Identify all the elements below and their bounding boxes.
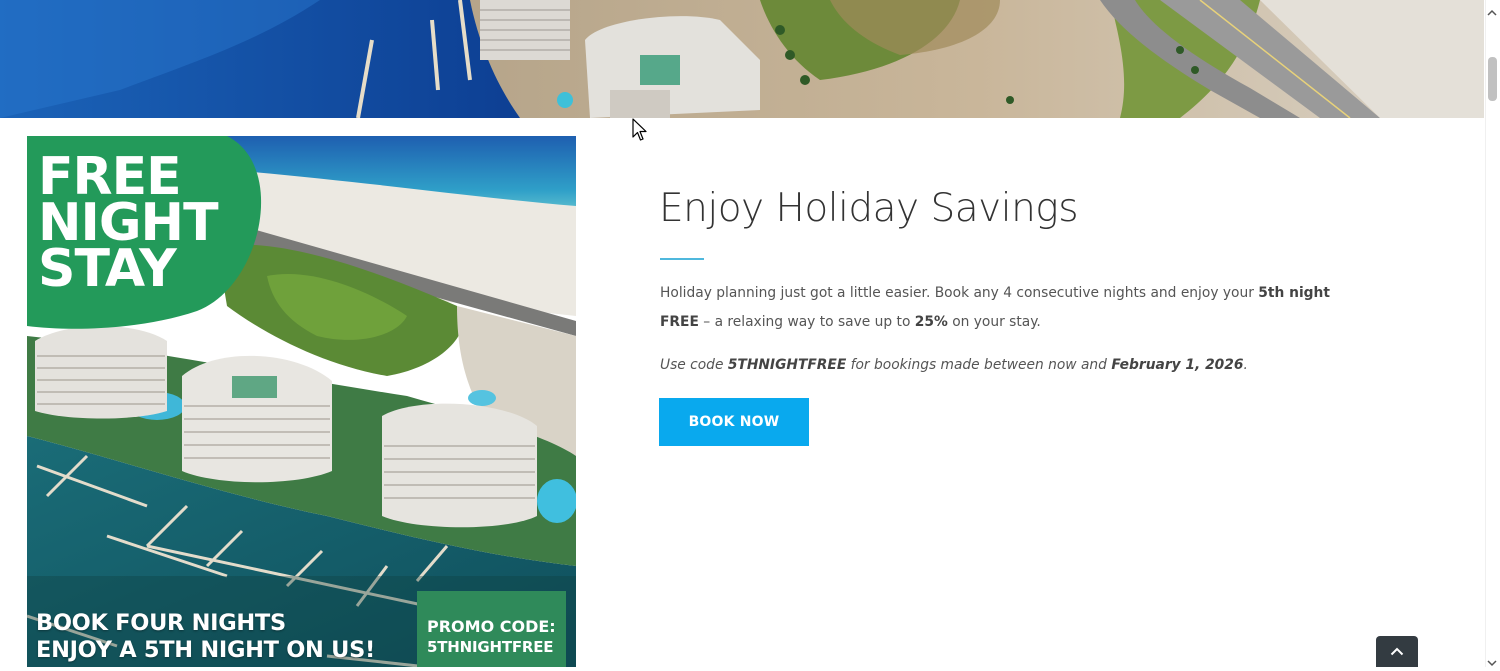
note-text-3: . bbox=[1243, 357, 1248, 373]
promo-tagline-line-2: ENJOY A 5TH NIGHT ON US! bbox=[36, 637, 375, 663]
scrollbar-thumb[interactable] bbox=[1488, 57, 1497, 101]
note-text-1: Use code bbox=[660, 357, 728, 373]
section-heading: Enjoy Holiday Savings bbox=[659, 186, 1079, 231]
scroll-down-arrow-icon[interactable] bbox=[1487, 652, 1497, 671]
promo-code-label: PROMO CODE: bbox=[427, 617, 556, 636]
chevron-up-icon bbox=[1390, 647, 1404, 656]
promo-headline: FREE NIGHT STAY bbox=[38, 151, 219, 295]
promo-image: FREE NIGHT STAY BOOK FOUR NIGHTS ENJOY A… bbox=[27, 136, 576, 667]
promo-tagline-line-1: BOOK FOUR NIGHTS bbox=[36, 610, 286, 636]
offer-description: Holiday planning just got a little easie… bbox=[660, 279, 1350, 337]
book-now-button[interactable]: BOOK NOW bbox=[659, 398, 809, 446]
offer-text-1: Holiday planning just got a little easie… bbox=[660, 285, 1259, 301]
back-to-top-button[interactable] bbox=[1376, 636, 1418, 667]
promo-code-box: PROMO CODE: 5THNIGHTFREE bbox=[417, 591, 566, 667]
hero-banner-image bbox=[0, 0, 1484, 118]
offer-text-2: – a relaxing way to save up to bbox=[698, 314, 915, 330]
note-text-2: for bookings made between now and bbox=[846, 357, 1112, 373]
heading-divider bbox=[660, 258, 704, 260]
promo-tagline: BOOK FOUR NIGHTS ENJOY A 5TH NIGHT ON US… bbox=[36, 610, 375, 664]
offer-highlight-percent: 25% bbox=[914, 314, 948, 330]
arrow-cursor-icon bbox=[632, 118, 648, 146]
note-end-date: February 1, 2026 bbox=[1111, 357, 1244, 373]
scroll-up-arrow-icon[interactable] bbox=[1487, 2, 1497, 21]
note-promo-code: 5THNIGHTFREE bbox=[727, 357, 847, 373]
offer-text-3: on your stay. bbox=[947, 314, 1041, 330]
promo-note: Use code 5THNIGHTFREE for bookings made … bbox=[660, 352, 1350, 378]
promo-code-value: 5THNIGHTFREE bbox=[427, 638, 554, 656]
